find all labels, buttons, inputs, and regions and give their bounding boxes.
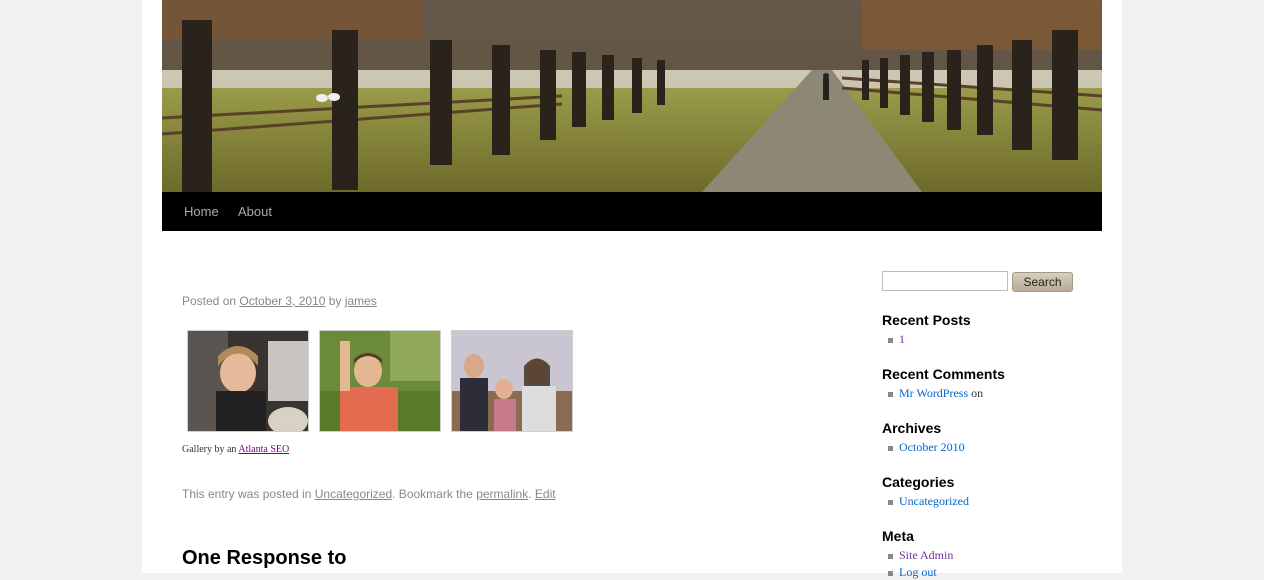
categories-title: Categories xyxy=(882,474,955,490)
recent-post-item: 1 xyxy=(888,332,905,347)
bullet-icon xyxy=(888,553,893,559)
search-input[interactable] xyxy=(882,271,1008,291)
permalink-link[interactable]: permalink xyxy=(476,487,528,501)
tree-avenue-illustration xyxy=(162,0,1102,192)
gallery-thumbnail[interactable] xyxy=(451,330,573,432)
recent-comment-item: Mr WordPress on xyxy=(888,386,983,401)
log-out-link[interactable]: Log out xyxy=(899,565,937,579)
archives-title: Archives xyxy=(882,420,942,436)
posted-on-label: Posted on xyxy=(182,294,237,308)
caption-text: Gallery by an xyxy=(182,444,237,455)
gallery-thumbnail[interactable] xyxy=(187,330,309,432)
meta-item: Site Admin xyxy=(888,548,953,563)
page-wrapper: Home About Posted on October 3, 2010 by … xyxy=(142,0,1122,579)
posted-in-label: This entry was posted in xyxy=(182,487,312,501)
header-banner-image xyxy=(162,0,1102,192)
bullet-icon xyxy=(888,391,893,397)
nav-home-link[interactable]: Home xyxy=(184,204,219,219)
post-date-link[interactable]: October 3, 2010 xyxy=(239,294,325,308)
recent-post-link[interactable]: 1 xyxy=(899,332,905,346)
bookmark-label: . Bookmark the xyxy=(392,487,473,501)
search-button[interactable]: Search xyxy=(1012,272,1073,292)
family-photo xyxy=(452,331,572,431)
archive-link[interactable]: October 2010 xyxy=(899,440,965,454)
bullet-icon xyxy=(888,499,893,505)
post-meta: Posted on October 3, 2010 by james xyxy=(182,294,377,308)
nav-about-link[interactable]: About xyxy=(238,204,272,219)
bullet-icon xyxy=(888,445,893,451)
bullet-icon xyxy=(888,337,893,343)
category-link[interactable]: Uncategorized xyxy=(315,487,392,501)
responses-heading: One Response to xyxy=(182,547,347,569)
edit-link[interactable]: Edit xyxy=(535,487,556,501)
atlanta-seo-link[interactable]: Atlanta SEO xyxy=(238,444,289,455)
boy-waving-photo xyxy=(320,331,440,431)
category-sidebar-link[interactable]: Uncategorized xyxy=(899,494,969,508)
gallery-thumbnail[interactable] xyxy=(319,330,441,432)
comment-author-link[interactable]: Mr WordPress xyxy=(899,386,968,400)
archive-item: October 2010 xyxy=(888,440,965,455)
by-label: by xyxy=(328,294,342,308)
site-admin-link[interactable]: Site Admin xyxy=(899,548,953,562)
entry-footer: This entry was posted in Uncategorized. … xyxy=(182,487,556,501)
recent-comments-title: Recent Comments xyxy=(882,366,1005,382)
separator-label: . xyxy=(528,487,532,501)
category-item: Uncategorized xyxy=(888,494,969,509)
recent-posts-title: Recent Posts xyxy=(882,312,971,328)
post-author-link[interactable]: james xyxy=(345,294,377,308)
girl-in-car-photo xyxy=(188,331,308,431)
main-navigation: Home About xyxy=(162,192,1102,231)
meta-title: Meta xyxy=(882,528,914,544)
bullet-icon xyxy=(888,570,893,576)
gallery-caption: Gallery by an Atlanta SEO xyxy=(182,444,289,455)
comment-on-label: on xyxy=(971,386,984,400)
